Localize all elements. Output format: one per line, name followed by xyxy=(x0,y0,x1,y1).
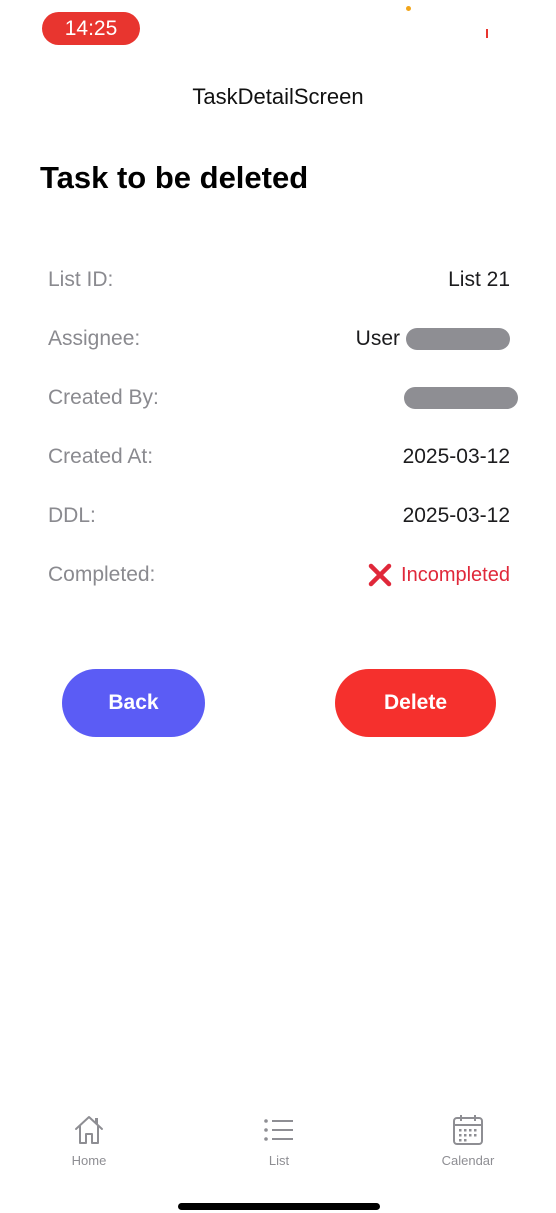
x-mark-icon xyxy=(368,563,392,587)
calendar-icon xyxy=(453,1115,483,1145)
created-at-value: 2025-03-12 xyxy=(402,445,510,468)
tab-home-label: Home xyxy=(71,1153,107,1168)
task-title: Task to be deleted xyxy=(40,160,309,195)
detail-row-ddl: DDL: 2025-03-12 xyxy=(48,496,510,536)
task-detail-screen: 14:25 TaskDetailScreen Task to be delete… xyxy=(0,0,556,1213)
tab-list[interactable]: List xyxy=(219,1112,339,1168)
completion-status-text: Incompleted xyxy=(401,563,510,586)
back-button[interactable]: Back xyxy=(62,669,205,737)
redacted-block xyxy=(404,387,518,409)
ddl-label: DDL: xyxy=(48,504,96,527)
home-indicator xyxy=(178,1203,380,1210)
detail-row-created-at: Created At: 2025-03-12 xyxy=(48,437,510,477)
ddl-value: 2025-03-12 xyxy=(402,504,510,527)
assignee-name: User xyxy=(355,327,400,350)
list-icon xyxy=(264,1119,293,1141)
status-time: 14:25 xyxy=(42,12,140,45)
delete-button[interactable]: Delete xyxy=(335,669,496,737)
completed-label: Completed: xyxy=(48,563,156,586)
redacted-block xyxy=(406,328,510,350)
list-id-value: List 21 xyxy=(448,268,510,291)
detail-row-completed: Completed: Incompleted xyxy=(48,555,510,595)
nav-title: TaskDetailScreen xyxy=(192,84,364,109)
home-icon xyxy=(75,1116,103,1144)
assignee-label: Assignee: xyxy=(48,327,141,350)
tab-home[interactable]: Home xyxy=(29,1112,149,1168)
detail-row-assignee: Assignee: User xyxy=(48,319,510,359)
completion-status: Incompleted xyxy=(367,562,510,588)
tab-calendar[interactable]: Calendar xyxy=(408,1112,528,1168)
created-at-label: Created At: xyxy=(48,445,154,468)
list-id-label: List ID: xyxy=(48,268,114,291)
status-indicator-mark xyxy=(486,29,488,38)
privacy-indicator-dot xyxy=(406,6,411,11)
tab-list-label: List xyxy=(268,1153,290,1168)
created-by-label: Created By: xyxy=(48,386,159,409)
detail-row-created-by: Created By: xyxy=(48,378,518,418)
tab-calendar-label: Calendar xyxy=(441,1153,495,1168)
created-by-value xyxy=(404,387,518,409)
assignee-value: User xyxy=(356,327,510,351)
detail-row-list-id: List ID: List 21 xyxy=(48,260,510,300)
